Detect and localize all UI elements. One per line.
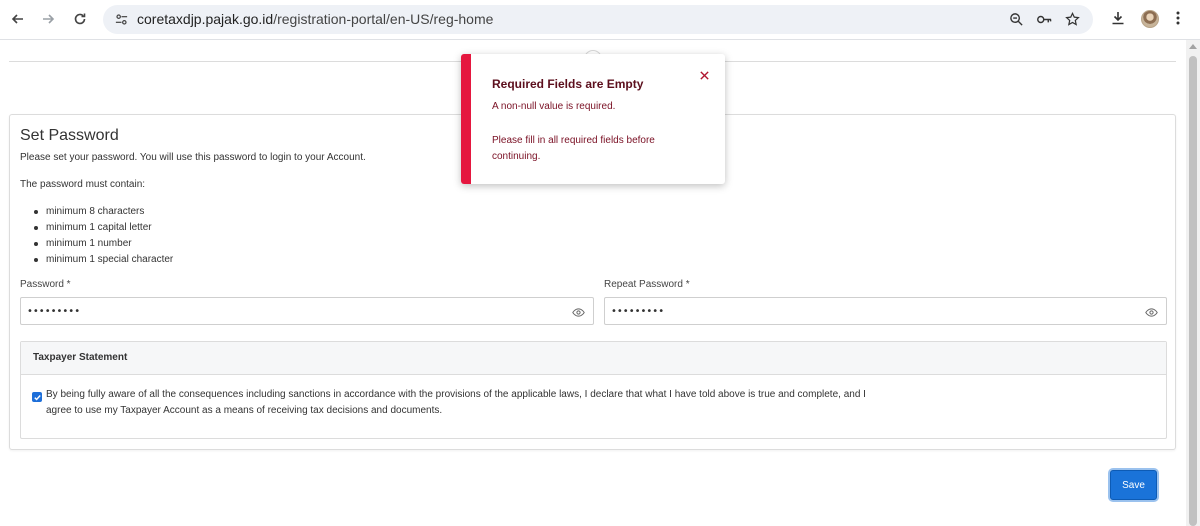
toast-accent-bar: [461, 54, 471, 184]
requirements-list: minimum 8 characters minimum 1 capital l…: [20, 204, 173, 268]
page-scrollbar[interactable]: [1186, 40, 1200, 526]
list-item: minimum 1 special character: [20, 252, 173, 268]
bookmark-star-icon[interactable]: [1064, 11, 1081, 28]
scrollbar-thumb[interactable]: [1189, 56, 1197, 526]
repeat-password-label: Repeat Password *: [604, 279, 690, 290]
taxpayer-statement-panel: Taxpayer Statement By being fully aware …: [20, 341, 1167, 439]
page-title: Set Password: [20, 127, 119, 144]
close-icon[interactable]: [697, 68, 711, 82]
url-path: /registration-portal/en-US/reg-home: [273, 11, 494, 27]
url-host: coretaxdjp.pajak.go.id: [137, 11, 274, 27]
list-item: minimum 1 number: [20, 236, 173, 252]
address-bar[interactable]: coretaxdjp.pajak.go.id/registration-port…: [103, 5, 1093, 34]
forward-icon[interactable]: [35, 6, 61, 32]
save-button[interactable]: Save: [1110, 470, 1157, 500]
site-settings-icon[interactable]: [113, 11, 130, 28]
back-icon[interactable]: [5, 6, 31, 32]
password-label: Password *: [20, 279, 71, 290]
error-toast: Required Fields are Empty A non-null val…: [461, 54, 725, 184]
statement-text: By being fully aware of all the conseque…: [46, 389, 866, 416]
scroll-up-arrow-icon[interactable]: [1189, 44, 1197, 49]
list-item: minimum 1 capital letter: [20, 220, 173, 236]
requirements-heading: The password must contain:: [20, 179, 146, 190]
password-field[interactable]: •••••••••: [20, 297, 594, 325]
statement-checkbox[interactable]: [32, 392, 42, 402]
repeat-password-field[interactable]: •••••••••: [604, 297, 1167, 325]
toast-title: Required Fields are Empty: [492, 77, 644, 91]
checkmark-icon: [33, 394, 41, 401]
list-item: minimum 8 characters: [20, 204, 173, 220]
repeat-password-value: •••••••••: [611, 306, 665, 317]
browser-toolbar: coretaxdjp.pajak.go.id/registration-port…: [0, 0, 1200, 40]
download-icon[interactable]: [1108, 8, 1128, 28]
toast-message: A non-null value is required.: [492, 101, 616, 112]
taxpayer-statement-header: Taxpayer Statement: [21, 342, 1166, 375]
more-menu-icon[interactable]: [1168, 8, 1188, 28]
toast-detail: Please fill in all required fields befor…: [492, 135, 655, 162]
password-key-icon[interactable]: [1036, 11, 1053, 28]
show-password-eye-icon[interactable]: [571, 305, 585, 319]
profile-avatar[interactable]: [1141, 10, 1159, 28]
taxpayer-statement-title: Taxpayer Statement: [33, 352, 128, 363]
url-text: coretaxdjp.pajak.go.id/registration-port…: [137, 11, 493, 27]
reload-icon[interactable]: [67, 6, 93, 32]
show-repeat-password-eye-icon[interactable]: [1144, 305, 1158, 319]
password-value: •••••••••: [27, 306, 81, 317]
intro-text: Please set your password. You will use t…: [20, 152, 366, 163]
zoom-icon[interactable]: [1008, 11, 1025, 28]
